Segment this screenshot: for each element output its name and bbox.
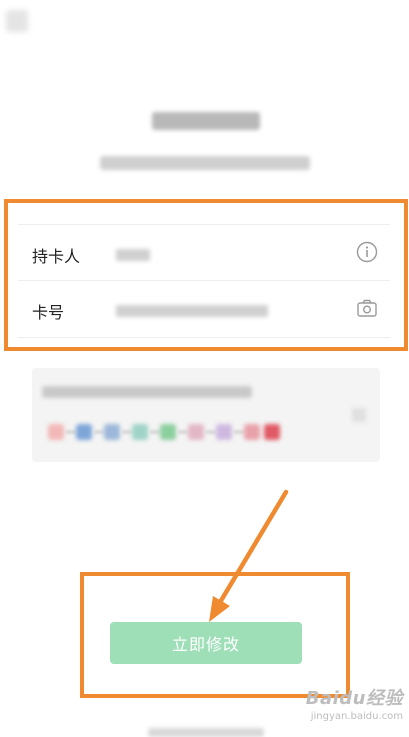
bank-separator (206, 430, 216, 434)
card-holder-row[interactable]: 持卡人 (18, 224, 390, 281)
bank-separator (66, 430, 76, 434)
submit-modify-button[interactable]: 立即修改 (110, 622, 302, 664)
bank-separator (150, 430, 160, 434)
card-number-row[interactable]: 卡号 (18, 280, 390, 338)
bank-logo-icon (160, 424, 176, 440)
bank-separator (234, 430, 244, 434)
bank-logo-icon (104, 424, 120, 440)
card-number-label: 卡号 (32, 303, 65, 322)
bank-logo-icon (48, 424, 64, 440)
bank-logo-icon (244, 424, 260, 440)
baidu-jingyan-watermark: Baidu经验 jingyan.baidu.com (306, 684, 403, 722)
page-subtitle-blurred (100, 156, 310, 170)
back-arrow-icon[interactable] (6, 10, 28, 32)
card-holder-value-blurred (116, 249, 150, 261)
bank-logo-icon (216, 424, 232, 440)
info-circle-icon[interactable] (356, 241, 378, 263)
card-holder-label: 持卡人 (32, 247, 81, 266)
camera-icon[interactable] (356, 297, 378, 319)
bank-logo-icon (76, 424, 92, 440)
footer-text-blurred (148, 728, 264, 737)
bank-logo-icon (264, 424, 280, 440)
bank-separator (122, 430, 132, 434)
bank-logo-icon (132, 424, 148, 440)
edit-card-page: 持卡人 卡号 立即修改 Baidu经验 jingyan.baidu.com (0, 0, 409, 737)
watermark-main-text: Baidu经验 (305, 688, 403, 709)
chevron-right-icon (352, 408, 366, 422)
bank-separator (94, 430, 104, 434)
supported-banks-box[interactable] (32, 368, 380, 462)
card-form: 持卡人 卡号 (18, 224, 390, 338)
bank-separator (178, 430, 188, 434)
page-title-blurred (152, 112, 260, 130)
bank-logo-icon (188, 424, 204, 440)
supported-banks-text-blurred (42, 386, 252, 398)
card-number-value-blurred (116, 305, 268, 317)
watermark-sub-text: jingyan.baidu.com (310, 711, 403, 722)
